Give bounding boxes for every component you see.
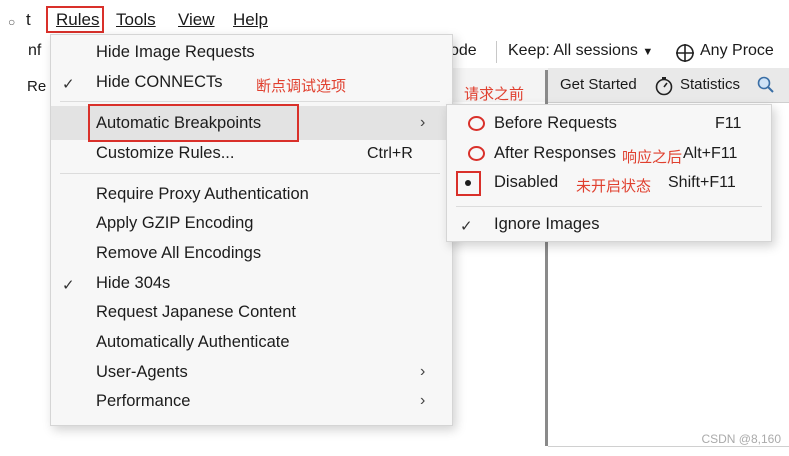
menu-item-hide-304s[interactable]: Hide 304s [96, 274, 170, 293]
menu-tools[interactable]: Tools [114, 10, 158, 30]
keep-sessions-dropdown[interactable]: Keep: All sessions ▼ [508, 42, 653, 60]
check-icon: ✓ [62, 277, 75, 294]
menu-item-require-proxy-auth[interactable]: Require Proxy Authentication [96, 185, 309, 204]
menu-item-user-agents[interactable]: User-Agents [96, 363, 188, 382]
rules-menu-highlight-box [46, 6, 104, 33]
annotation-circle-marker [468, 116, 485, 131]
menu-edit-cut[interactable]: t [26, 10, 31, 30]
shortcut-shift-f11: Shift+F11 [668, 174, 736, 191]
shortcut-alt-f11: Alt+F11 [683, 145, 738, 162]
stopwatch-icon [655, 77, 673, 96]
fiddler-window: ○ t Rules Tools View Help nf ode Keep: A… [0, 0, 789, 456]
watermark: CSDN @8,160 [701, 432, 781, 446]
window-control-icon[interactable]: ○ [8, 15, 15, 29]
check-icon: ✓ [460, 218, 473, 235]
submenu-item-ignore-images[interactable]: Ignore Images [494, 215, 599, 234]
toolbar-mode-cut[interactable]: ode [450, 42, 477, 60]
submenu-arrow-icon: › [420, 363, 426, 380]
check-icon: ✓ [62, 76, 75, 93]
toolbar-cut-text: nf [28, 42, 42, 59]
annotation-before-request: 请求之前 [464, 85, 525, 103]
shortcut-ctrl-r: Ctrl+R [367, 145, 413, 162]
dropdown-arrow-icon: ▼ [642, 46, 654, 58]
radio-dot-icon [465, 180, 471, 186]
annotation-breakpoint-options: 断点调试选项 [256, 77, 347, 95]
any-process-button[interactable]: Any Proce [700, 42, 774, 60]
submenu-item-before-requests[interactable]: Before Requests [494, 114, 617, 133]
submenu-item-after-responses[interactable]: After Responses [494, 144, 616, 163]
menu-item-remove-encodings[interactable]: Remove All Encodings [96, 244, 261, 263]
menu-help[interactable]: Help [231, 10, 270, 30]
toolbar-separator [496, 41, 497, 63]
menu-separator [60, 173, 440, 174]
menu-item-auto-authenticate[interactable]: Automatically Authenticate [96, 333, 290, 352]
menu-item-performance[interactable]: Performance [96, 392, 190, 411]
annotation-not-enabled: 未开启状态 [576, 177, 652, 195]
crosshair-icon[interactable] [675, 43, 695, 63]
inspectors-icon[interactable] [756, 75, 776, 95]
tab-statistics[interactable]: Statistics [680, 76, 740, 93]
pane-divider [548, 446, 789, 447]
menu-item-request-japanese[interactable]: Request Japanese Content [96, 303, 296, 322]
submenu-arrow-icon: › [420, 392, 426, 409]
menu-item-hide-connects[interactable]: Hide CONNECTs [96, 73, 223, 92]
annotation-circle-marker [468, 146, 485, 161]
submenu-item-disabled[interactable]: Disabled [494, 173, 558, 192]
submenu-arrow-icon: › [420, 114, 426, 131]
shortcut-f11: F11 [715, 115, 742, 132]
menu-item-customize-rules[interactable]: Customize Rules... [96, 144, 234, 163]
menu-item-apply-gzip[interactable]: Apply GZIP Encoding [96, 214, 253, 233]
tab-get-started[interactable]: Get Started [560, 76, 637, 93]
menu-separator [60, 101, 440, 102]
automatic-breakpoints-highlight-box [88, 104, 299, 142]
left-tab-cut[interactable]: Re [27, 78, 46, 95]
menu-item-hide-image-requests[interactable]: Hide Image Requests [96, 43, 255, 62]
annotation-after-response: 响应之后 [622, 148, 683, 166]
menu-view[interactable]: View [176, 10, 217, 30]
submenu-separator [456, 206, 762, 207]
